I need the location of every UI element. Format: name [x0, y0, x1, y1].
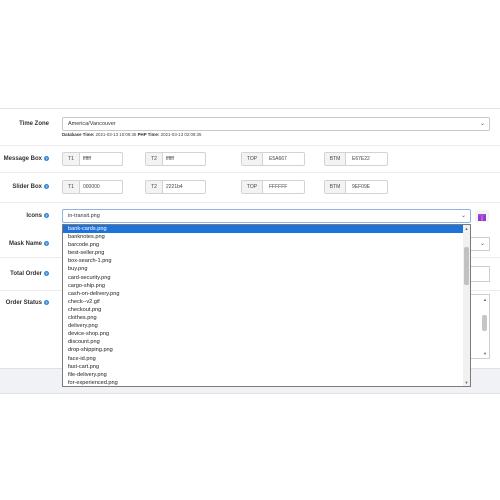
scroll-up-icon[interactable]: ▲ [483, 297, 487, 302]
dropdown-option[interactable]: clothes.png [63, 314, 470, 322]
dropdown-option[interactable]: box-search-1.png [63, 257, 470, 265]
chevron-down-icon: ⌄ [479, 241, 485, 247]
time-zone-label: Time Zone [19, 121, 49, 127]
php-time-value: 2021-03-13 02:09:35 [160, 132, 202, 137]
icons-select[interactable]: in-transit.png ⌄ [62, 209, 471, 223]
btm-prefix: BTM [325, 181, 346, 193]
dropdown-option[interactable]: card-security.png [63, 274, 470, 282]
dropdown-option[interactable]: drop-shipping.png [63, 346, 470, 354]
time-zone-select[interactable]: America/Vancouver ⌄ [62, 117, 490, 131]
chevron-down-icon: ⌄ [460, 213, 466, 219]
total-order-input[interactable] [471, 266, 490, 282]
db-time-value: 2021-03-13 10:09:35 [95, 132, 137, 137]
question-circle-icon[interactable]: ? [44, 271, 49, 276]
dropdown-option[interactable]: barcode.png [63, 241, 470, 249]
dropdown-items: bank-cards.png banknotes.png barcode.png be… [63, 225, 470, 386]
btm-value: E67E22 [352, 156, 370, 162]
top-prefix: TOP [242, 181, 263, 193]
order-status-list[interactable]: ▲ ▼ [471, 294, 490, 359]
message-box-label: Message Box? [3, 156, 49, 163]
total-order-label: Total Order? [10, 271, 49, 278]
question-circle-icon[interactable]: ? [44, 300, 49, 305]
t2-value: ffffff [166, 156, 174, 162]
icons-selected-value: in-transit.png [68, 213, 100, 219]
divider [0, 172, 500, 173]
dropdown-option[interactable]: device-shop.png [63, 330, 470, 338]
dropdown-option[interactable]: best-seller.png [63, 249, 470, 257]
dropdown-scroll-thumb[interactable] [464, 247, 469, 285]
dropdown-option[interactable]: cargo-ship.png [63, 282, 470, 290]
time-info: Database Time: 2021-03-13 10:09:35 PHP T… [62, 132, 201, 137]
dropdown-option[interactable]: discount.png [63, 338, 470, 346]
chevron-down-icon: ⌄ [479, 121, 485, 127]
mask-name-select[interactable]: ⌄ [471, 237, 490, 251]
slider-t1-field[interactable]: T1 000000 [62, 180, 123, 194]
t1-prefix: T1 [63, 181, 80, 193]
dropdown-option[interactable]: cash-on-delivery.png [63, 290, 470, 298]
slider-btm-field[interactable]: BTM 9EF09E [324, 180, 388, 194]
question-circle-icon[interactable]: ? [44, 184, 49, 189]
t2-prefix: T2 [146, 153, 163, 165]
slider-top-field[interactable]: TOP FFFFFF [241, 180, 305, 194]
dropdown-option[interactable]: checkout.png [63, 306, 470, 314]
icon-preview [475, 210, 489, 222]
dropdown-option[interactable]: fast-cart.png [63, 363, 470, 371]
dropdown-option[interactable]: for-experienced.png [63, 379, 470, 386]
top-prefix: TOP [242, 153, 263, 165]
divider [0, 202, 500, 203]
order-status-label: Order Status? [5, 300, 49, 307]
dropdown-option[interactable]: check--v2.gif [63, 298, 470, 306]
icons-label: Icons? [26, 213, 49, 220]
slider-box-label: Slider Box? [12, 184, 49, 191]
dropdown-option[interactable]: delivery.png [63, 322, 470, 330]
top-value: E5A667 [269, 156, 287, 162]
question-circle-icon[interactable]: ? [44, 156, 49, 161]
question-circle-icon[interactable]: ? [44, 213, 49, 218]
divider [0, 145, 500, 146]
btm-value: 9EF09E [352, 184, 371, 190]
order-status-scroll-thumb[interactable] [482, 315, 487, 331]
t2-prefix: T2 [146, 181, 163, 193]
gift-icon [478, 214, 486, 221]
mask-name-label: Mask Name? [8, 241, 49, 248]
t1-prefix: T1 [63, 153, 80, 165]
time-zone-value: America/Vancouver [68, 121, 116, 127]
scroll-up-icon[interactable]: ▲ [463, 225, 470, 232]
top-value: FFFFFF [269, 184, 288, 190]
slider-t2-field[interactable]: T2 2221b4 [145, 180, 206, 194]
dropdown-option[interactable]: face-id.png [63, 355, 470, 363]
question-circle-icon[interactable]: ? [44, 241, 49, 246]
db-time-label: Database Time: [62, 132, 95, 137]
t1-value: ffffff [83, 156, 91, 162]
message-top-field[interactable]: TOP E5A667 [241, 152, 305, 166]
dropdown-scrollbar[interactable]: ▲ ▼ [463, 225, 470, 386]
message-btm-field[interactable]: BTM E67E22 [324, 152, 388, 166]
t1-value: 000000 [83, 184, 100, 190]
message-t2-field[interactable]: T2 ffffff [145, 152, 206, 166]
scroll-down-icon[interactable]: ▼ [463, 379, 470, 386]
message-t1-field[interactable]: T1 ffffff [62, 152, 123, 166]
php-time-label: PHP Time: [137, 132, 160, 137]
dropdown-option[interactable]: buy.png [63, 265, 470, 273]
dropdown-option[interactable]: bank-cards.png [63, 225, 470, 234]
btm-prefix: BTM [325, 153, 346, 165]
scroll-down-icon[interactable]: ▼ [483, 351, 487, 356]
t2-value: 2221b4 [166, 184, 183, 190]
icons-dropdown-list[interactable]: bank-cards.png banknotes.png barcode.png be… [62, 224, 471, 387]
dropdown-option[interactable]: banknotes.png [63, 233, 470, 241]
dropdown-option[interactable]: file-delivery.png [63, 371, 470, 379]
